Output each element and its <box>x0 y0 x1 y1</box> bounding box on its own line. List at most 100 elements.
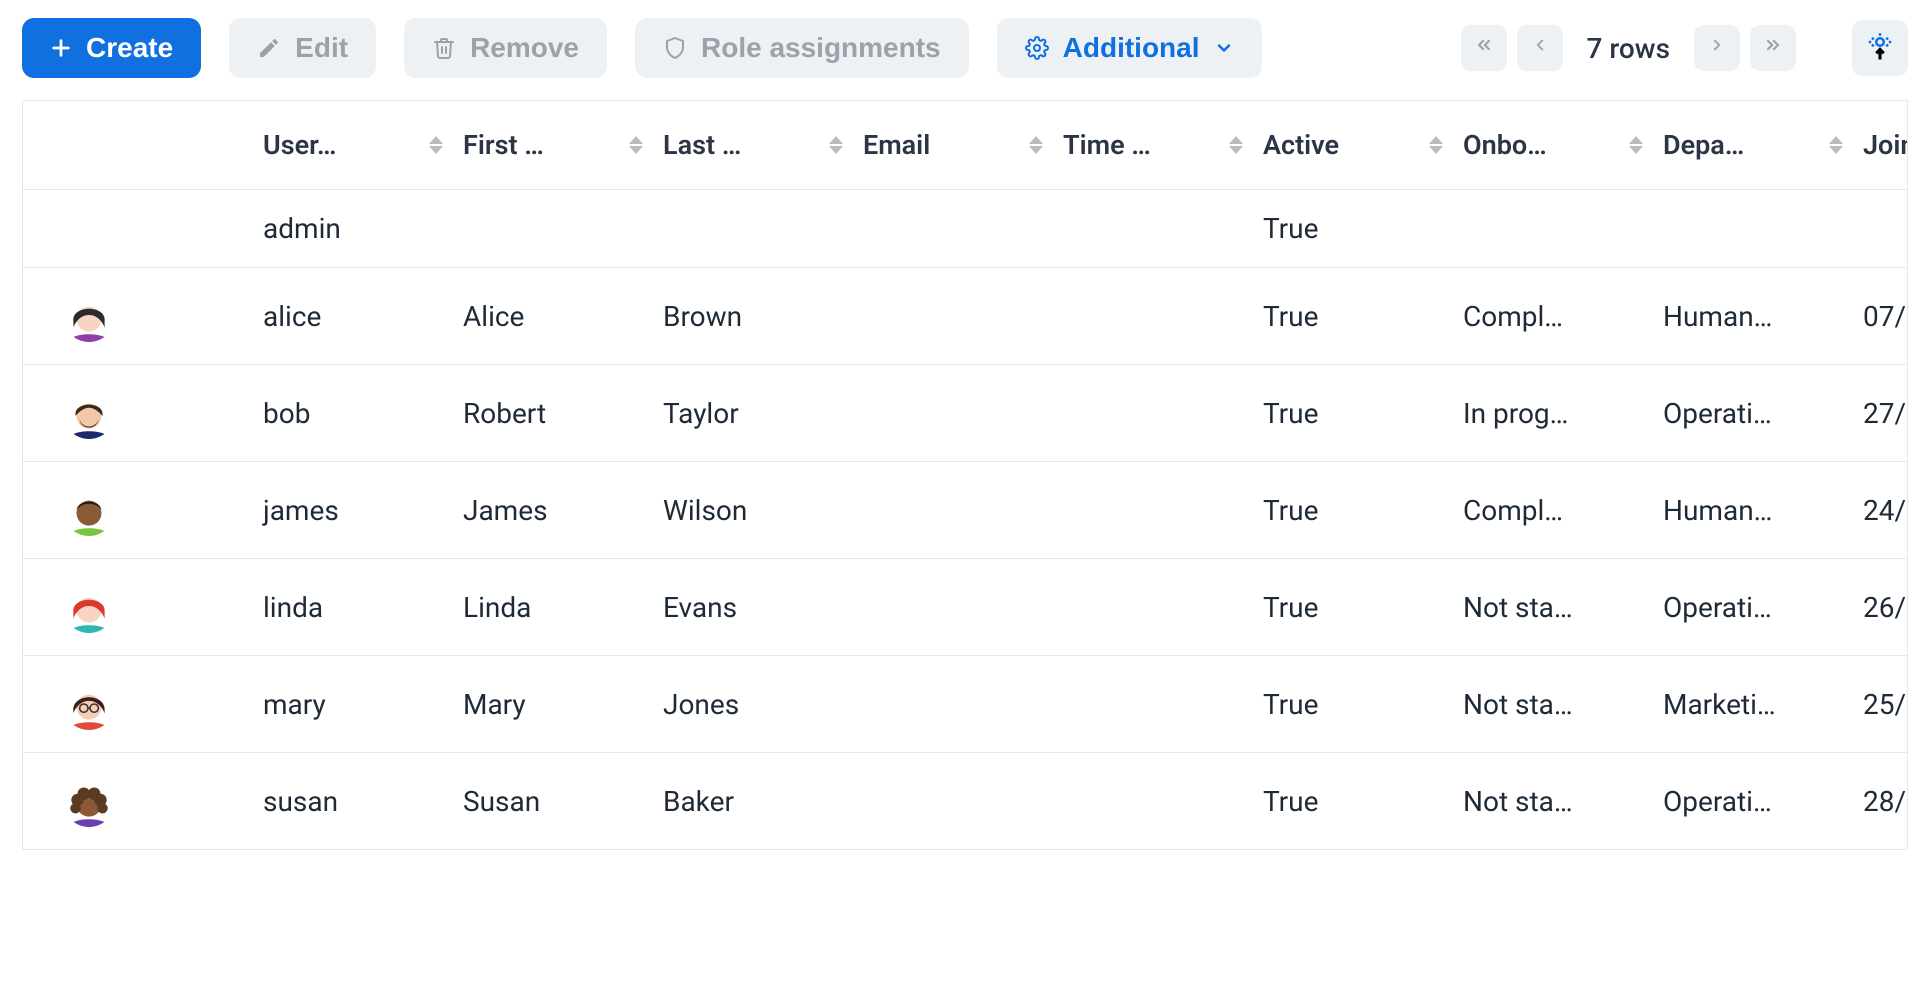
cell-joined: 27/0 <box>1853 365 1908 462</box>
cell-joined: 25/0 <box>1853 656 1908 753</box>
avatar <box>63 290 115 342</box>
cell-timezone <box>1053 462 1253 559</box>
chevron-right-icon <box>1708 36 1726 60</box>
column-header-label: First … <box>463 129 615 161</box>
cell-username: linda <box>253 559 453 656</box>
additional-dropdown[interactable]: Additional <box>997 18 1262 78</box>
cell-timezone <box>1053 559 1253 656</box>
cell-last_name: Baker <box>653 753 853 850</box>
cell-joined: 28/0 <box>1853 753 1908 850</box>
cell-onboarding: Not sta… <box>1453 656 1653 753</box>
cell-first_name: Alice <box>453 268 653 365</box>
cell-active: True <box>1253 268 1453 365</box>
column-header-first_name[interactable]: First … <box>453 101 653 190</box>
column-header-label: Joini <box>1863 129 1908 161</box>
cell-onboarding: Not sta… <box>1453 559 1653 656</box>
table-row[interactable]: bobRobertTaylorTrueIn prog…Operati…27/0 <box>23 365 1908 462</box>
cell-last_name <box>653 190 853 268</box>
sort-icon <box>1229 136 1243 154</box>
column-header-active[interactable]: Active <box>1253 101 1453 190</box>
pencil-icon <box>257 36 281 60</box>
cell-department <box>1653 190 1853 268</box>
cell-active: True <box>1253 365 1453 462</box>
cell-onboarding: Compl… <box>1453 462 1653 559</box>
cell-avatar <box>23 365 253 462</box>
edit-button[interactable]: Edit <box>229 18 376 78</box>
cell-department: Marketi… <box>1653 656 1853 753</box>
cell-department: Operati… <box>1653 753 1853 850</box>
avatar <box>63 581 115 633</box>
cell-avatar <box>23 656 253 753</box>
column-header-email[interactable]: Email <box>853 101 1053 190</box>
trash-icon <box>432 36 456 60</box>
sort-icon <box>429 136 443 154</box>
cell-avatar <box>23 190 253 268</box>
shield-icon <box>663 36 687 60</box>
users-table: User… First … Last … Email Time …Active Onbo…… <box>23 101 1908 849</box>
column-header-avatar <box>23 101 253 190</box>
cell-first_name: Linda <box>453 559 653 656</box>
pager: 7 rows <box>1461 20 1909 76</box>
cell-first_name: James <box>453 462 653 559</box>
cell-email <box>853 190 1053 268</box>
cell-username: susan <box>253 753 453 850</box>
pager-prev-button[interactable] <box>1517 25 1563 71</box>
cell-onboarding <box>1453 190 1653 268</box>
chevron-left-icon <box>1531 36 1549 60</box>
cell-onboarding: Not sta… <box>1453 753 1653 850</box>
column-header-last_name[interactable]: Last … <box>653 101 853 190</box>
cell-active: True <box>1253 462 1453 559</box>
column-header-timezone[interactable]: Time … <box>1053 101 1253 190</box>
cell-active: True <box>1253 559 1453 656</box>
create-button[interactable]: Create <box>22 18 201 78</box>
cell-first_name: Mary <box>453 656 653 753</box>
cell-timezone <box>1053 753 1253 850</box>
column-header-label: Onbo… <box>1463 129 1615 161</box>
avatar <box>63 387 115 439</box>
chevrons-left-icon <box>1474 35 1494 61</box>
column-header-label: Last … <box>663 129 815 161</box>
cell-joined: 26/0 <box>1853 559 1908 656</box>
table-row[interactable]: admin True <box>23 190 1908 268</box>
column-settings-icon <box>1865 32 1895 65</box>
column-header-username[interactable]: User… <box>253 101 453 190</box>
sort-icon <box>629 136 643 154</box>
remove-button[interactable]: Remove <box>404 18 607 78</box>
column-header-onboarding[interactable]: Onbo… <box>1453 101 1653 190</box>
cell-joined: 24/0 <box>1853 462 1908 559</box>
cell-email <box>853 365 1053 462</box>
pager-next-button[interactable] <box>1694 25 1740 71</box>
cell-username: admin <box>253 190 453 268</box>
table-row[interactable]: maryMaryJonesTrueNot sta…Marketi…25/0 <box>23 656 1908 753</box>
cell-department: Human… <box>1653 462 1853 559</box>
table-row[interactable]: lindaLindaEvansTrueNot sta…Operati…26/0 <box>23 559 1908 656</box>
table-settings-button[interactable] <box>1852 20 1908 76</box>
cell-avatar <box>23 462 253 559</box>
cell-active: True <box>1253 753 1453 850</box>
pager-last-button[interactable] <box>1750 25 1796 71</box>
column-header-label: Email <box>863 129 1015 161</box>
additional-dropdown-label: Additional <box>1063 34 1200 62</box>
gear-icon <box>1025 36 1049 60</box>
table-row[interactable]: jamesJamesWilsonTrueCompl…Human…24/0 <box>23 462 1908 559</box>
cell-onboarding: In prog… <box>1453 365 1653 462</box>
toolbar: Create Edit Remove Role assignments Addi… <box>0 0 1930 100</box>
cell-avatar <box>23 559 253 656</box>
role-assignments-button[interactable]: Role assignments <box>635 18 969 78</box>
pager-first-button[interactable] <box>1461 25 1507 71</box>
cell-timezone <box>1053 656 1253 753</box>
avatar <box>63 678 115 730</box>
table-row[interactable]: aliceAliceBrownTrueCompl…Human…07/0 <box>23 268 1908 365</box>
sort-icon <box>1429 136 1443 154</box>
column-header-label: Depa… <box>1663 129 1815 161</box>
cell-email <box>853 559 1053 656</box>
sort-icon <box>1829 136 1843 154</box>
cell-timezone <box>1053 190 1253 268</box>
cell-joined: 07/0 <box>1853 268 1908 365</box>
cell-email <box>853 656 1053 753</box>
rows-count-label: 7 rows <box>1573 32 1685 65</box>
table-row[interactable]: susanSusanBakerTrueNot sta…Operati…28/0 <box>23 753 1908 850</box>
cell-username: james <box>253 462 453 559</box>
column-header-department[interactable]: Depa… <box>1653 101 1853 190</box>
cell-active: True <box>1253 190 1453 268</box>
